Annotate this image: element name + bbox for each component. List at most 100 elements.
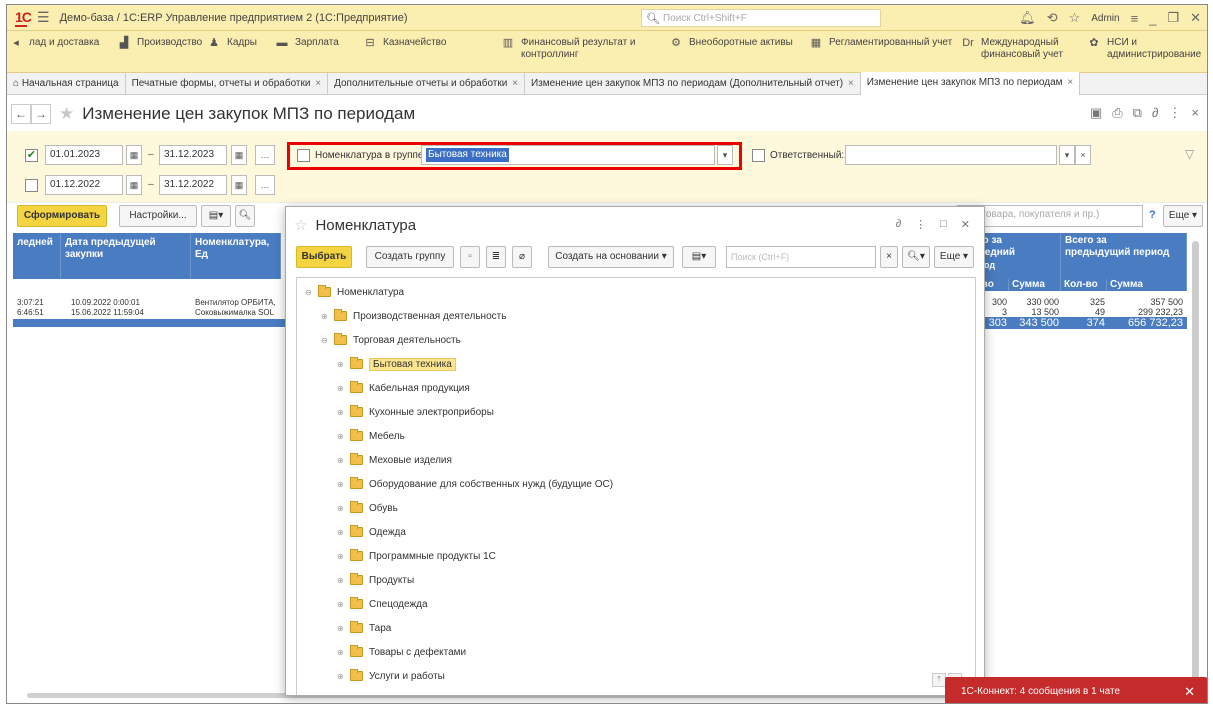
responsible-checkbox[interactable] [752, 149, 765, 162]
tab-close-icon[interactable]: × [848, 78, 854, 89]
link-icon[interactable]: ∂ [896, 218, 901, 231]
back-button[interactable]: ← [11, 104, 31, 124]
tree-node[interactable]: ⊕ Мебель [337, 428, 405, 444]
clear-search-icon[interactable]: × [880, 246, 898, 268]
tree-node[interactable]: ⊕ Кухонные электроприборы [337, 404, 494, 420]
section-admin[interactable]: ✿ НСИ и администрирование [1087, 37, 1201, 61]
more-icon[interactable]: ⋮ [1168, 105, 1181, 121]
tree-node[interactable]: ⊕ Одежда [337, 524, 406, 540]
section-warehouse[interactable]: ◂ лад и доставка [9, 37, 99, 49]
period1-checkbox[interactable]: ✔ [25, 149, 38, 162]
section-fixed-assets[interactable]: ⚙ Внеоборотные активы [669, 37, 793, 49]
more-button[interactable]: Еще ▾ [1163, 205, 1203, 227]
calendar-icon[interactable]: ▦ [126, 145, 142, 165]
tab-print-forms[interactable]: Печатные формы, отчеты и обработки × [126, 72, 329, 95]
filter-icon[interactable]: ▽ [1185, 147, 1194, 161]
preview-icon[interactable]: ⧉ [1133, 105, 1142, 121]
tree-node[interactable]: ⊕ Оборудование для собственных нужд (буду… [337, 476, 613, 492]
vertical-scrollbar[interactable] [1192, 241, 1199, 681]
tree-node[interactable]: ⊕ Кабельная продукция [337, 380, 470, 396]
print-icon[interactable]: ⎙ [1112, 105, 1122, 121]
create-item-icon[interactable]: ▫ [460, 246, 480, 268]
restore-icon[interactable]: ❐ [1167, 10, 1179, 26]
favorite-star-icon[interactable]: ★ [59, 104, 74, 124]
more-button[interactable]: Еще ▾ [934, 246, 974, 268]
responsible-field[interactable] [845, 145, 1057, 165]
global-search-input[interactable]: 🔍︎ Поиск Ctrl+Shift+F [641, 9, 881, 27]
bell-icon[interactable]: 🔔︎ [1019, 10, 1036, 26]
period2-from-field[interactable]: 01.12.2022 [45, 175, 123, 195]
dropdown-icon[interactable]: ▾ [1059, 145, 1075, 165]
calendar-icon[interactable]: ▦ [231, 145, 247, 165]
create-based-on-button[interactable]: Создать на основании ▾ [548, 246, 674, 268]
tree-node[interactable]: ⊕ Тара [337, 620, 391, 636]
tree-node[interactable]: ⊕ Продукты [337, 572, 414, 588]
dropdown-icon[interactable]: ▾ [717, 145, 733, 165]
maximize-icon[interactable]: □ [940, 218, 947, 231]
minimize-icon[interactable]: _ [1149, 11, 1156, 26]
tab-close-icon[interactable]: × [1067, 77, 1073, 88]
section-production[interactable]: ▟ Производство [117, 37, 202, 49]
tree-node[interactable]: ⊕ Товары с дефектами [337, 644, 466, 660]
search-icon[interactable]: 🔍︎▾ [902, 246, 930, 268]
tab-home[interactable]: ⌂ Начальная страница [7, 72, 126, 95]
section-treasury[interactable]: ⊟ Казначейство [363, 37, 446, 49]
settings-menu-icon[interactable]: ≡ [1131, 11, 1139, 26]
forward-button[interactable]: → [31, 104, 51, 124]
calendar-icon[interactable]: ▦ [231, 175, 247, 195]
create-group-button[interactable]: Создать группу [366, 246, 454, 268]
close-form-icon[interactable]: × [1191, 105, 1199, 121]
section-ifrs[interactable]: Dr Международный финансовый учет [961, 37, 1063, 61]
period-select-button[interactable]: … [255, 175, 275, 195]
clear-icon[interactable]: × [1075, 145, 1091, 165]
history-icon[interactable]: ⟲ [1047, 10, 1058, 26]
tab-close-icon[interactable]: × [512, 78, 518, 89]
tree-node-selected[interactable]: ⊕ Бытовая техника [337, 356, 456, 372]
notification-toast[interactable]: 1С-Коннект: 4 сообщения в 1 чате ✕ [945, 677, 1207, 703]
section-salary[interactable]: ▬ Зарплата [275, 37, 339, 49]
main-menu-icon[interactable]: ☰ [37, 9, 50, 26]
user-name[interactable]: Admin [1091, 13, 1119, 24]
tree-node[interactable]: ⊕ Обувь [337, 500, 398, 516]
print-menu-icon[interactable]: ▤▾ [682, 246, 716, 268]
more-icon[interactable]: ⋮ [915, 218, 926, 231]
section-hr[interactable]: ♟ Кадры [207, 37, 257, 49]
close-icon[interactable]: ✕ [1190, 10, 1201, 26]
scroll-left-icon[interactable]: ◂ [9, 37, 23, 49]
period2-checkbox[interactable] [25, 179, 38, 192]
tree-node[interactable]: ⊕ Программные продукты 1С [337, 548, 496, 564]
group-filter-field[interactable]: Бытовая техника [421, 145, 715, 165]
tree-node[interactable]: ⊕ Меховые изделия [337, 452, 452, 468]
tab-close-icon[interactable]: × [315, 78, 321, 89]
scroll-top-icon[interactable]: ⤒ [932, 673, 946, 687]
table-cell[interactable]: Вентилятор ОРБИТА, [195, 299, 276, 307]
calendar-icon[interactable]: ▦ [126, 175, 142, 195]
period1-from-field[interactable]: 01.01.2023 [45, 145, 123, 165]
save-icon[interactable]: ▣ [1090, 105, 1102, 121]
favorites-icon[interactable]: ☆ [1069, 10, 1081, 26]
select-button[interactable]: Выбрать [296, 246, 352, 268]
close-icon[interactable]: ✕ [1184, 677, 1195, 703]
close-icon[interactable]: ✕ [961, 218, 970, 231]
variant-menu-icon[interactable]: ▤▾ [201, 205, 231, 227]
table-cell[interactable]: Соковыжималка SOL [195, 309, 274, 317]
link-icon[interactable]: ∂ [1152, 105, 1158, 121]
favorite-star-icon[interactable]: ☆ [294, 216, 307, 234]
period-select-button[interactable]: … [255, 145, 275, 165]
group-filter-checkbox[interactable] [297, 149, 310, 162]
tree-node[interactable]: ⊖ Торговая деятельность [321, 332, 461, 348]
list-icon[interactable]: ≣ [486, 246, 506, 268]
help-icon[interactable]: ? [1149, 209, 1156, 221]
tab-price-change-report[interactable]: Изменение цен закупок МПЗ по периодам (Д… [525, 72, 861, 95]
tab-price-change-active[interactable]: Изменение цен закупок МПЗ по периодам × [860, 72, 1081, 95]
section-finresult[interactable]: ▥ Финансовый результат и контроллинг [501, 37, 636, 61]
attachment-icon[interactable]: ⌀ [512, 246, 532, 268]
section-regulated[interactable]: ▦ Регламентированный учет [809, 37, 952, 49]
settings-button[interactable]: Настройки... [119, 205, 197, 227]
tab-additional-reports[interactable]: Дополнительные отчеты и обработки × [328, 72, 525, 95]
generate-button[interactable]: Сформировать [17, 205, 107, 227]
tree-node-root[interactable]: ⊖ Номенклатура [305, 284, 404, 300]
tree-node[interactable]: ⊕ Производственная деятельность [321, 308, 506, 324]
tree-node[interactable]: ⊕ Спецодежда [337, 596, 428, 612]
dialog-search-field[interactable]: Поиск (Ctrl+F) [726, 246, 876, 268]
